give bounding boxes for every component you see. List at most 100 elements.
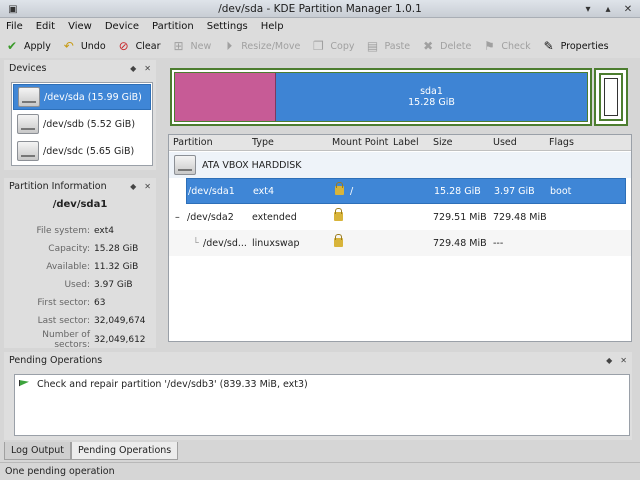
table-row-disk[interactable]: ATA VBOX HARDDISK [169, 152, 631, 178]
collapse-icon[interactable]: – [175, 212, 180, 223]
properties-button[interactable]: ✎ Properties [541, 38, 609, 54]
list-item[interactable]: Check and repair partition '/dev/sdb3' (… [37, 379, 308, 390]
tab-pending-operations[interactable]: Pending Operations [71, 442, 179, 460]
paste-icon: ▤ [366, 39, 379, 53]
menu-edit[interactable]: Edit [36, 21, 55, 32]
partition-graphic: sda1 15.28 GiB [170, 68, 592, 126]
devices-header: Devices ◆ ✕ [4, 60, 156, 76]
devices-panel: Devices ◆ ✕ /dev/sda (15.99 GiB) /dev/sd… [4, 60, 156, 170]
resize-move-button[interactable]: ⏵ Resize/Move [221, 38, 300, 54]
flag-icon [19, 380, 29, 387]
toolbar: ✔ Apply ↶ Undo ⊘ Clear ⊞ New ⏵ Resize/Move ❐ C… [0, 34, 640, 58]
device-list: /dev/sda (15.99 GiB) /dev/sdb (5.52 GiB)… [11, 82, 153, 166]
partition-name: /dev/sda1 [52, 199, 108, 210]
col-type[interactable]: Type [252, 137, 274, 148]
close-icon[interactable]: ✕ [144, 182, 151, 191]
copy-button[interactable]: ❐ Copy [310, 38, 355, 54]
copy-icon: ❐ [312, 39, 324, 53]
table-row[interactable]: – /dev/sda2 extended 729.51 MiB 729.48 M… [169, 204, 631, 230]
properties-icon: ✎ [543, 39, 554, 53]
pending-operations-header: Pending Operations ◆ ✕ [4, 352, 632, 368]
partition-info-header: Partition Information ◆ ✕ [4, 178, 156, 194]
col-used[interactable]: Used [493, 137, 517, 148]
hard-disk-icon [174, 155, 196, 175]
pending-operations-list: Check and repair partition '/dev/sdb3' (… [14, 374, 630, 436]
hard-disk-icon [17, 141, 39, 161]
menu-settings[interactable]: Settings [207, 21, 248, 32]
lock-icon [334, 234, 343, 249]
close-icon[interactable]: ✕ [620, 356, 627, 365]
undo-button[interactable]: ↶ Undo [61, 38, 106, 54]
resize-icon: ⏵ [226, 38, 233, 53]
delete-icon: ✖ [423, 39, 434, 53]
partition-segment-sda1[interactable]: sda1 15.28 GiB [276, 73, 587, 121]
clear-icon: ⊘ [118, 39, 129, 53]
devices-title: Devices [9, 62, 47, 74]
tab-log-output[interactable]: Log Output [4, 442, 71, 460]
partition-segment-extended[interactable] [594, 68, 628, 126]
new-button[interactable]: ⊞ New [171, 38, 211, 54]
menu-help[interactable]: Help [261, 21, 284, 32]
info-row: Capacity: 15.28 GiB [48, 244, 139, 254]
info-row: Number of sectors: 32,049,612 [42, 330, 146, 350]
float-icon[interactable]: ◆ [606, 356, 612, 365]
minimize-button[interactable]: ▾ [581, 2, 595, 16]
hard-disk-icon [17, 114, 39, 134]
col-flags[interactable]: Flags [549, 137, 574, 148]
info-row: First sector: 63 [37, 298, 106, 308]
col-mount-point[interactable]: Mount Point [332, 137, 388, 148]
delete-button[interactable]: ✖ Delete [420, 38, 471, 54]
menu-file[interactable]: File [6, 21, 23, 32]
partition-segment-swap[interactable] [604, 78, 618, 116]
apply-button[interactable]: ✔ Apply [4, 38, 51, 54]
info-row: Available: 11.32 GiB [46, 262, 139, 272]
clear-button[interactable]: ⊘ Clear [116, 38, 161, 54]
lock-icon [335, 182, 344, 197]
table-row[interactable]: /dev/sda1 ext4 / 15.28 GiB 3.97 GiB boot [186, 178, 626, 204]
segment-name: sda1 [420, 86, 443, 97]
col-partition[interactable]: Partition [173, 137, 213, 148]
device-item-sdb[interactable]: /dev/sdb (5.52 GiB) [13, 111, 151, 137]
disk-name: ATA VBOX HARDDISK [202, 159, 302, 171]
info-row: Last sector: 32,049,674 [37, 316, 146, 326]
float-icon[interactable]: ◆ [130, 182, 136, 191]
maximize-button[interactable]: ▴ [601, 2, 615, 16]
menu-device[interactable]: Device [105, 21, 139, 32]
menu-view[interactable]: View [68, 21, 92, 32]
col-size[interactable]: Size [433, 137, 453, 148]
partition-info-table: File system: ext4 Capacity: 15.28 GiB Avai… [4, 222, 156, 350]
menu-partition[interactable]: Partition [152, 21, 194, 32]
flag-icon: ⚑ [483, 39, 495, 53]
undo-icon: ↶ [63, 39, 74, 53]
paste-button[interactable]: ▤ Paste [364, 38, 410, 54]
check-button[interactable]: ⚑ Check [481, 38, 531, 54]
lock-icon [334, 208, 343, 223]
info-row: File system: ext4 [36, 226, 114, 236]
menu-bar: File Edit View Device Partition Settings… [0, 18, 640, 34]
partition-info-title: Partition Information [9, 180, 107, 192]
device-item-sdc[interactable]: /dev/sdc (5.65 GiB) [13, 138, 151, 164]
checkmark-icon: ✔ [6, 39, 18, 53]
window-title: /dev/sda - KDE Partition Manager 1.0.1 [218, 2, 422, 15]
partition-table: Partition Type Mount Point Label Size Us… [168, 134, 632, 342]
table-row[interactable]: └ /dev/sd... linuxswap 729.48 MiB --- [169, 230, 631, 256]
pending-operations-title: Pending Operations [9, 354, 103, 366]
col-label[interactable]: Label [393, 137, 419, 148]
window-menu-icon: ▣ [8, 3, 18, 15]
pending-operations-panel: Pending Operations ◆ ✕ Check and repair … [4, 352, 632, 440]
device-item-sda[interactable]: /dev/sda (15.99 GiB) [13, 84, 151, 110]
info-row: Used: 3.97 GiB [64, 280, 133, 290]
status-bar: One pending operation [0, 462, 640, 480]
window-menu-button[interactable]: ▣ [3, 2, 23, 16]
hard-disk-icon [18, 87, 40, 107]
segment-size: 15.28 GiB [408, 97, 455, 108]
title-bar: ▣ /dev/sda - KDE Partition Manager 1.0.1… [0, 0, 640, 18]
close-button[interactable]: ✕ [621, 2, 635, 16]
partition-info-panel: Partition Information ◆ ✕ /dev/sda1 File… [4, 178, 156, 350]
dock-tabs: Log Output Pending Operations [4, 442, 179, 460]
tree-branch-icon: └ [193, 237, 199, 249]
close-icon[interactable]: ✕ [144, 64, 151, 73]
float-icon[interactable]: ◆ [130, 64, 136, 73]
table-header: Partition Type Mount Point Label Size Us… [169, 135, 631, 151]
partition-segment-unallocated[interactable] [175, 73, 276, 121]
